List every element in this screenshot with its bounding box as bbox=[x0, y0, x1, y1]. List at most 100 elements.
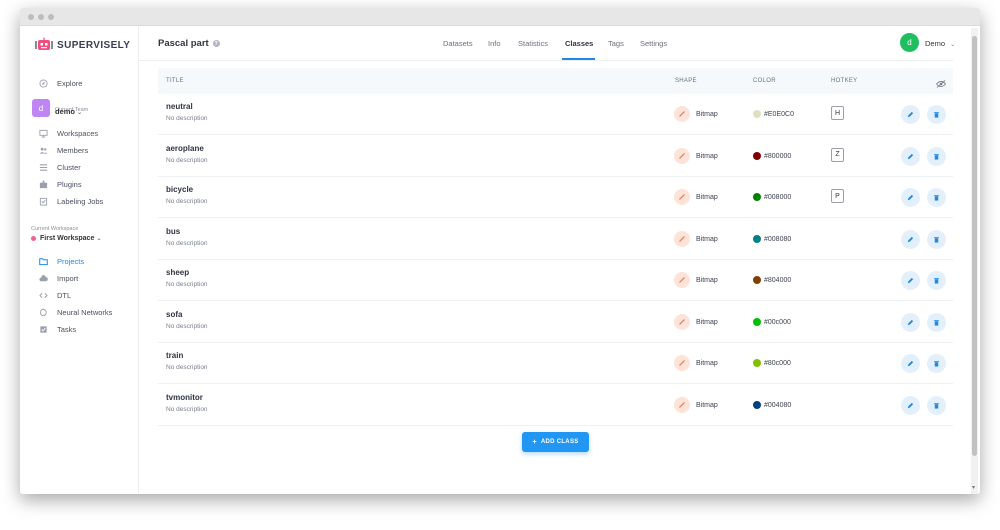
class-shape: Bitmap bbox=[696, 277, 718, 284]
color-swatch bbox=[753, 151, 761, 160]
window-minimize-control[interactable] bbox=[38, 14, 44, 20]
class-color: #008000 bbox=[764, 194, 792, 201]
window-maximize-control[interactable] bbox=[48, 14, 54, 20]
help-icon[interactable]: ? bbox=[212, 40, 220, 47]
color-swatch bbox=[753, 276, 761, 284]
visibility-toggle-icon[interactable] bbox=[935, 75, 947, 93]
team-selector[interactable]: demo ⌄ bbox=[55, 107, 82, 116]
class-color: #80c000 bbox=[764, 360, 791, 367]
sidebar-item-plugins[interactable]: Plugins bbox=[38, 177, 82, 191]
trash-icon bbox=[934, 153, 939, 160]
team-avatar[interactable]: d bbox=[32, 99, 50, 117]
table-row[interactable]: train No description Bitmap #80c000 bbox=[158, 343, 953, 384]
tab-settings[interactable]: Settings bbox=[640, 39, 667, 48]
sidebar-item-label: Tasks bbox=[57, 324, 77, 334]
table-row[interactable]: aeroplane No description Bitmap #800000 Z bbox=[158, 136, 953, 177]
bitmap-shape-icon bbox=[674, 313, 690, 330]
delete-button[interactable] bbox=[927, 105, 946, 124]
sidebar-item-label: Workspaces bbox=[57, 128, 99, 138]
pencil-icon bbox=[907, 319, 914, 325]
class-shape: Bitmap bbox=[696, 111, 718, 118]
robot-logo-icon bbox=[35, 37, 53, 50]
delete-button[interactable] bbox=[927, 146, 946, 166]
sidebar-item-label: Import bbox=[57, 273, 79, 283]
edit-button[interactable] bbox=[901, 105, 920, 124]
user-menu[interactable]: Demo ⌄ bbox=[925, 39, 955, 48]
add-class-button[interactable]: + ADD CLASS bbox=[522, 432, 589, 452]
tab-classes[interactable]: Classes bbox=[565, 39, 593, 48]
delete-button[interactable] bbox=[927, 395, 946, 415]
sidebar-item-label: Labeling Jobs bbox=[57, 196, 104, 206]
monitor-icon bbox=[38, 128, 48, 138]
user-name: Demo bbox=[925, 39, 946, 48]
delete-button[interactable] bbox=[927, 229, 946, 249]
color-swatch bbox=[753, 234, 761, 243]
sidebar-item-explore[interactable]: Explore bbox=[38, 76, 82, 90]
workspace-selector[interactable]: First Workspace ⌄ bbox=[31, 235, 101, 242]
pencil-icon bbox=[907, 194, 914, 201]
table-row[interactable]: tvmonitor No description Bitmap #004080 bbox=[158, 385, 953, 426]
class-color: #004080 bbox=[764, 401, 792, 409]
trash-icon bbox=[934, 278, 939, 284]
sidebar-item-label: Cluster bbox=[57, 162, 81, 172]
delete-button[interactable] bbox=[927, 312, 946, 332]
chevron-down-icon: ⌄ bbox=[950, 42, 956, 48]
window-titlebar bbox=[20, 8, 980, 26]
sidebar-item-projects[interactable]: Projects bbox=[38, 254, 84, 268]
column-color: COLOR bbox=[753, 78, 776, 84]
edit-button[interactable] bbox=[901, 271, 920, 290]
sidebar-item-labeling-jobs[interactable]: Labeling Jobs bbox=[38, 194, 103, 208]
bitmap-shape-icon bbox=[674, 272, 690, 288]
delete-button[interactable] bbox=[927, 271, 946, 290]
table-row[interactable]: bus No description Bitmap #008080 bbox=[158, 219, 953, 260]
table-row[interactable]: neutral No description Bitmap #E0E0C0 H bbox=[158, 94, 953, 135]
edit-button[interactable] bbox=[901, 312, 920, 332]
edit-button[interactable] bbox=[901, 395, 920, 415]
class-description: No description bbox=[166, 239, 208, 247]
sidebar-item-import[interactable]: Import bbox=[38, 271, 78, 285]
delete-button[interactable] bbox=[927, 188, 946, 207]
tab-statistics[interactable]: Statistics bbox=[518, 39, 548, 48]
trash-icon bbox=[934, 195, 939, 201]
color-swatch bbox=[753, 400, 761, 409]
sidebar-item-tasks[interactable]: Tasks bbox=[38, 322, 76, 336]
sidebar-item-label: Explore bbox=[57, 78, 83, 88]
table-row[interactable]: sheep No description Bitmap #804000 bbox=[158, 260, 953, 301]
class-shape: Bitmap bbox=[696, 152, 718, 160]
sidebar-item-cluster[interactable]: Cluster bbox=[38, 160, 81, 174]
sidebar-item-neural-networks[interactable]: Neural Networks bbox=[38, 305, 112, 319]
class-description: No description bbox=[166, 115, 208, 122]
bitmap-shape-icon bbox=[674, 147, 690, 164]
tab-info[interactable]: Info bbox=[488, 39, 501, 48]
user-avatar[interactable]: d bbox=[900, 33, 919, 52]
table-row[interactable]: bicycle No description Bitmap #008000 P bbox=[158, 177, 953, 218]
class-description: No description bbox=[166, 405, 208, 413]
brand-logo[interactable]: SUPERVISELY bbox=[35, 36, 130, 54]
pencil-icon bbox=[907, 153, 914, 159]
window-close-control[interactable] bbox=[28, 14, 34, 20]
clipboard-icon bbox=[38, 196, 48, 206]
class-description: No description bbox=[166, 281, 208, 288]
column-title: TITLE bbox=[166, 78, 184, 84]
vertical-scrollbar[interactable] bbox=[971, 28, 978, 494]
tab-datasets[interactable]: Datasets bbox=[443, 39, 473, 48]
scroll-down-arrow-icon[interactable]: ▾ bbox=[972, 484, 975, 491]
sidebar-item-members[interactable]: Members bbox=[38, 143, 88, 157]
cloud-icon bbox=[38, 273, 48, 283]
cluster-icon bbox=[38, 162, 48, 172]
edit-button[interactable] bbox=[901, 354, 920, 373]
scrollbar-thumb[interactable] bbox=[972, 36, 977, 456]
table-row[interactable]: sofa No description Bitmap #00c000 bbox=[158, 302, 953, 343]
edit-button[interactable] bbox=[901, 188, 920, 207]
sidebar-item-workspaces[interactable]: Workspaces bbox=[38, 126, 98, 140]
hotkey-badge: P bbox=[831, 189, 844, 203]
chevron-down-icon: ⌄ bbox=[77, 110, 83, 116]
column-shape: SHAPE bbox=[675, 78, 697, 84]
workspace-name: First Workspace bbox=[40, 235, 95, 242]
delete-button[interactable] bbox=[927, 354, 946, 373]
members-icon bbox=[38, 145, 48, 155]
tab-tags[interactable]: Tags bbox=[608, 39, 624, 48]
sidebar-item-dtl[interactable]: DTL bbox=[38, 288, 71, 302]
edit-button[interactable] bbox=[901, 229, 920, 249]
edit-button[interactable] bbox=[901, 146, 920, 166]
